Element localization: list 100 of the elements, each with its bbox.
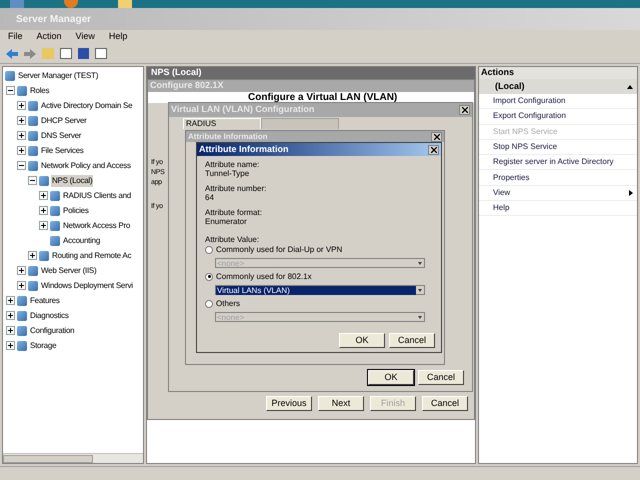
action-link[interactable]: Stop NPS Service xyxy=(479,140,637,156)
tree-item[interactable]: Storage xyxy=(29,340,58,352)
tree-item[interactable]: File Services xyxy=(40,144,85,156)
wizard-heading: Configure a Virtual LAN (VLAN) xyxy=(248,92,398,103)
radio-button[interactable] xyxy=(205,246,213,254)
actions-section[interactable]: (Local) xyxy=(479,79,637,94)
close-button[interactable] xyxy=(459,105,470,115)
node-icon xyxy=(28,100,38,110)
node-icon xyxy=(28,146,38,156)
node-icon xyxy=(28,130,38,140)
node-icon xyxy=(50,236,60,246)
close-button[interactable] xyxy=(428,144,439,154)
expand-icon[interactable] xyxy=(6,296,15,305)
node-icon xyxy=(5,70,15,80)
expand-icon[interactable] xyxy=(17,146,26,155)
tree-item[interactable]: Network Policy and Access xyxy=(40,160,132,172)
action-link[interactable]: Export Configuration xyxy=(479,109,637,125)
radio-button[interactable] xyxy=(205,300,213,308)
field-value: Enumerator xyxy=(205,217,247,226)
action-link[interactable]: Properties xyxy=(479,170,637,186)
tree-item[interactable]: Roles xyxy=(29,84,50,96)
menu-item[interactable]: File xyxy=(8,30,23,44)
tree-item[interactable]: Server Manager (TEST) xyxy=(17,70,100,82)
dialog-button[interactable]: Cancel xyxy=(418,370,464,385)
horizontal-scrollbar[interactable] xyxy=(3,453,143,463)
tree-item[interactable]: Routing and Remote Ac xyxy=(51,250,132,262)
tree-item[interactable]: Features xyxy=(29,294,61,306)
tree-item[interactable]: Network Access Pro xyxy=(62,220,132,232)
menu-item[interactable]: View xyxy=(76,30,95,44)
action-link[interactable]: Register server in Active Directory xyxy=(479,155,637,170)
tree-item[interactable]: DNS Server xyxy=(40,130,82,142)
submenu-arrow-icon xyxy=(629,190,633,196)
dropdown[interactable]: Virtual LANs (VLAN) xyxy=(215,285,425,295)
tree-item[interactable]: Active Directory Domain Se xyxy=(40,100,134,112)
node-icon xyxy=(17,326,27,336)
node-icon xyxy=(17,296,27,306)
dropdown-arrow-icon xyxy=(416,259,424,267)
back-icon[interactable] xyxy=(6,48,18,58)
tab[interactable]: RADIUS xyxy=(183,118,261,129)
node-icon xyxy=(39,176,49,186)
tree-item[interactable]: Windows Deployment Servi xyxy=(40,280,134,292)
panel-icon[interactable] xyxy=(95,48,107,59)
node-icon xyxy=(39,250,49,260)
dialog-button[interactable]: Next xyxy=(318,396,364,411)
dialog-button[interactable]: OK xyxy=(339,333,385,348)
node-icon xyxy=(28,280,38,290)
node-icon xyxy=(28,116,38,126)
node-icon xyxy=(50,220,60,230)
dialog-button[interactable]: Cancel xyxy=(389,333,435,348)
expand-icon[interactable] xyxy=(17,266,26,275)
panel-title: NPS (Local) xyxy=(151,66,202,80)
dialog-button[interactable]: OK xyxy=(368,370,414,385)
tree-item[interactable]: NPS (Local) xyxy=(51,174,94,186)
expand-icon[interactable] xyxy=(39,221,48,230)
action-link[interactable]: Help xyxy=(479,201,637,216)
collapse-icon[interactable] xyxy=(6,86,15,95)
dialog-button[interactable]: Cancel xyxy=(422,396,468,411)
console-icon[interactable] xyxy=(60,48,72,59)
radio-label: Commonly used for Dial-Up or VPN xyxy=(216,245,342,254)
close-button[interactable] xyxy=(431,132,442,142)
collapse-icon[interactable] xyxy=(17,161,26,170)
expand-icon[interactable] xyxy=(28,251,37,260)
field-value: 64 xyxy=(205,193,214,202)
node-icon xyxy=(28,266,38,276)
tree-item[interactable]: Diagnostics xyxy=(29,310,70,322)
menu-item[interactable]: Action xyxy=(36,30,62,44)
field-value: Tunnel-Type xyxy=(205,169,250,178)
expand-icon[interactable] xyxy=(17,101,26,110)
expand-icon[interactable] xyxy=(17,116,26,125)
dialog-title: Attribute Information xyxy=(199,142,288,156)
tree-item[interactable]: Configuration xyxy=(29,324,76,336)
tree-item[interactable]: Policies xyxy=(62,204,90,216)
tree-item[interactable]: DHCP Server xyxy=(40,114,88,126)
field-label: Attribute Value: xyxy=(205,235,260,244)
tree-item[interactable]: RADIUS Clients and xyxy=(62,190,132,202)
field-label: Attribute name: xyxy=(205,160,260,169)
expand-icon[interactable] xyxy=(17,281,26,290)
node-icon xyxy=(50,206,60,216)
expand-icon[interactable] xyxy=(39,191,48,200)
expand-icon[interactable] xyxy=(6,311,15,320)
expand-icon[interactable] xyxy=(6,341,15,350)
menu-item[interactable]: Help xyxy=(108,30,128,44)
dialog-button[interactable]: Previous xyxy=(266,396,312,411)
expand-icon[interactable] xyxy=(39,206,48,215)
dropdown-arrow-icon xyxy=(416,286,424,294)
expand-icon[interactable] xyxy=(6,326,15,335)
node-icon xyxy=(28,160,38,170)
action-link[interactable]: Import Configuration xyxy=(479,94,637,110)
node-icon xyxy=(17,310,27,320)
dialog-title: Virtual LAN (VLAN) Configuration xyxy=(171,103,314,116)
collapse-icon[interactable] xyxy=(28,176,37,185)
radio-button[interactable] xyxy=(205,272,213,280)
expand-icon[interactable] xyxy=(17,131,26,140)
tree-item[interactable]: Web Server (IIS) xyxy=(40,264,98,276)
actions-title: Actions xyxy=(481,66,514,80)
tree-item[interactable]: Accounting xyxy=(62,234,102,246)
dropdown-arrow-icon xyxy=(416,313,424,321)
action-link[interactable]: View xyxy=(479,186,637,202)
radio-label: Commonly used for 802.1x xyxy=(216,272,312,281)
node-icon xyxy=(50,190,60,200)
